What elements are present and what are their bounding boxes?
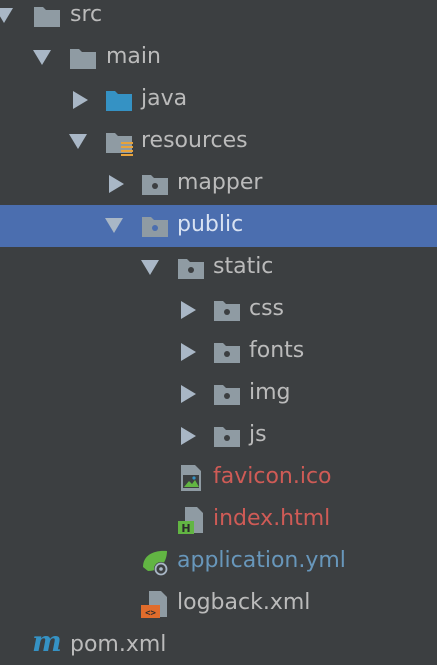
tree-label-img: img: [249, 380, 291, 405]
source-folder-icon: [106, 91, 132, 111]
project-tree: src main java resources mapper public st…: [0, 0, 437, 665]
package-folder-icon: [142, 175, 168, 195]
expand-arrow-icon[interactable]: [181, 343, 196, 361]
tree-label-index: index.html: [213, 506, 331, 531]
tree-label-resources: resources: [141, 128, 248, 153]
tree-row-js[interactable]: js: [0, 415, 437, 457]
package-folder-icon: [214, 427, 240, 447]
html-file-icon: H: [178, 507, 203, 535]
tree-row-favicon[interactable]: favicon.ico: [0, 457, 437, 499]
expand-arrow-icon[interactable]: [181, 301, 196, 319]
tree-row-application[interactable]: application.yml: [0, 541, 437, 583]
package-folder-icon: [178, 259, 204, 279]
tree-row-index[interactable]: H index.html: [0, 499, 437, 541]
tree-label-fonts: fonts: [249, 338, 305, 363]
tree-label-logback: logback.xml: [177, 590, 311, 615]
package-folder-icon: [214, 343, 240, 363]
xml-file-icon: <>: [141, 591, 167, 619]
tree-label-pom: pom.xml: [70, 632, 167, 657]
package-folder-icon: [214, 385, 240, 405]
tree-label-static: static: [213, 254, 274, 279]
tree-label-application: application.yml: [177, 548, 346, 573]
collapse-arrow-icon[interactable]: [33, 50, 51, 65]
tree-row-pom[interactable]: m pom.xml: [0, 625, 437, 665]
resources-folder-icon: [106, 133, 133, 156]
tree-label-main: main: [106, 44, 161, 69]
folder-icon: [70, 49, 96, 69]
tree-row-img[interactable]: img: [0, 373, 437, 415]
package-folder-icon: [142, 217, 168, 237]
tree-row-fonts[interactable]: fonts: [0, 331, 437, 373]
folder-icon: [34, 7, 60, 27]
expand-arrow-icon[interactable]: [181, 427, 196, 445]
expand-arrow-icon[interactable]: [73, 91, 88, 109]
spring-config-icon: [143, 550, 168, 576]
svg-text:H: H: [181, 522, 190, 535]
maven-icon: m: [32, 625, 62, 658]
tree-row-css[interactable]: css: [0, 289, 437, 331]
tree-label-favicon: favicon.ico: [213, 464, 332, 489]
tree-row-java[interactable]: java: [0, 79, 437, 121]
tree-row-resources[interactable]: resources: [0, 121, 437, 163]
tree-label-mapper: mapper: [177, 170, 263, 195]
tree-label-public: public: [177, 212, 244, 237]
tree-row-public[interactable]: public: [0, 205, 437, 247]
tree-row-src[interactable]: src: [0, 0, 437, 37]
tree-row-mapper[interactable]: mapper: [0, 163, 437, 205]
collapse-arrow-icon[interactable]: [105, 218, 123, 233]
tree-label-js: js: [249, 422, 267, 447]
expand-arrow-icon[interactable]: [109, 175, 124, 193]
tree-label-src: src: [70, 2, 103, 27]
tree-row-static[interactable]: static: [0, 247, 437, 289]
package-folder-icon: [214, 301, 240, 321]
tree-label-css: css: [249, 296, 285, 321]
svg-text:<>: <>: [145, 609, 156, 619]
tree-label-java: java: [141, 86, 188, 111]
collapse-arrow-icon[interactable]: [0, 8, 13, 23]
tree-row-main[interactable]: main: [0, 37, 437, 79]
expand-arrow-icon[interactable]: [181, 385, 196, 403]
image-file-icon: [181, 465, 201, 491]
tree-row-logback[interactable]: <> logback.xml: [0, 583, 437, 625]
collapse-arrow-icon[interactable]: [141, 260, 159, 275]
collapse-arrow-icon[interactable]: [69, 134, 87, 149]
